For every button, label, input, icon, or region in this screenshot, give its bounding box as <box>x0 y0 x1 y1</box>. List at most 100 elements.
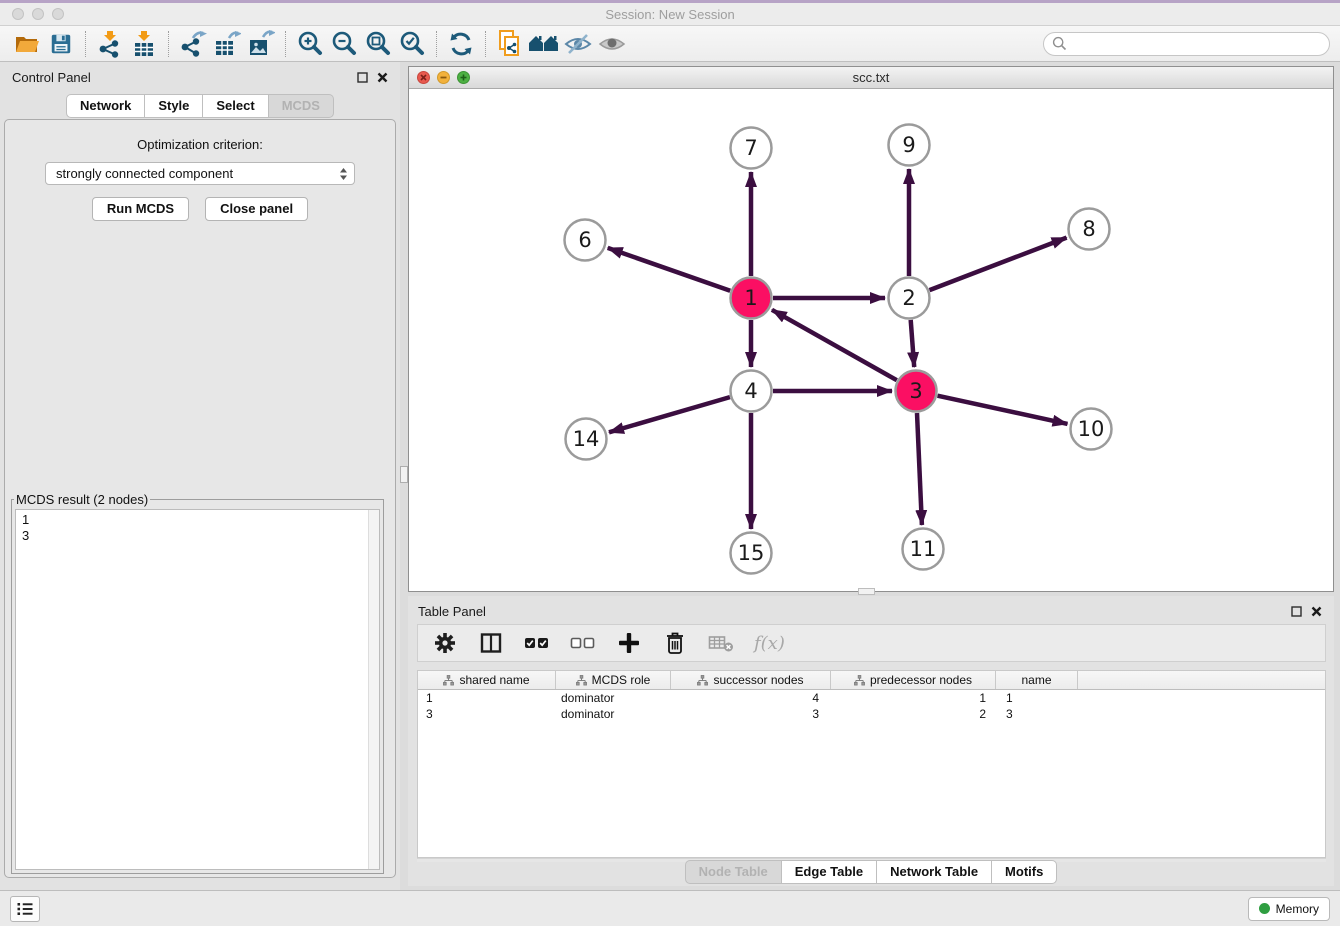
graph-edge-3-11[interactable] <box>917 413 922 525</box>
toolbar-separator <box>485 31 486 57</box>
columns-icon <box>479 631 503 655</box>
delete-column-button[interactable] <box>662 630 688 656</box>
fit-content-button[interactable] <box>361 29 395 59</box>
horizontal-splitter-handle[interactable] <box>858 588 875 595</box>
network-document-icon <box>496 29 524 59</box>
network-window-title: scc.txt <box>409 70 1333 85</box>
tab-style[interactable]: Style <box>145 94 203 118</box>
checked-boxes-icon <box>524 636 550 650</box>
zoom-selected-button[interactable] <box>395 29 429 59</box>
graph-node-label: 2 <box>902 286 915 310</box>
close-panel-icon[interactable] <box>377 72 388 83</box>
tab-network[interactable]: Network <box>66 94 145 118</box>
table-cell: 4 <box>671 690 831 706</box>
float-table-panel-icon[interactable] <box>1291 606 1302 617</box>
network-window-titlebar[interactable]: scc.txt <box>409 67 1333 89</box>
memory-button[interactable]: Memory <box>1248 897 1330 921</box>
import-network-icon <box>97 30 123 58</box>
delete-table-icon <box>708 632 734 654</box>
graph-node-label: 11 <box>910 537 937 561</box>
eye-icon <box>598 32 626 56</box>
graph-edge-1-6[interactable] <box>608 248 731 291</box>
tab-select[interactable]: Select <box>203 94 268 118</box>
memory-label: Memory <box>1276 902 1319 916</box>
graph-edge-2-8[interactable] <box>930 238 1067 291</box>
import-network-button[interactable] <box>93 29 127 59</box>
tree-icon <box>697 675 708 686</box>
table-header-row: shared nameMCDS rolesuccessor nodesprede… <box>418 671 1325 690</box>
zoom-out-button[interactable] <box>327 29 361 59</box>
graph-edge-4-14[interactable] <box>609 397 730 432</box>
task-history-button[interactable] <box>10 896 40 922</box>
table-row[interactable]: 3dominator323 <box>418 706 1325 722</box>
save-icon <box>49 32 73 56</box>
tree-icon <box>854 675 865 686</box>
network-canvas[interactable]: 1234678910111415 <box>409 89 1333 591</box>
column-header-MCDS-role[interactable]: MCDS role <box>556 671 671 689</box>
deselect-all-columns-button[interactable] <box>570 630 596 656</box>
memory-status-icon <box>1259 903 1270 914</box>
zoom-selected-icon <box>398 30 426 58</box>
export-table-icon <box>213 30 241 58</box>
search-area <box>1043 32 1330 56</box>
show-column-panel-button[interactable] <box>478 630 504 656</box>
run-mcds-button[interactable]: Run MCDS <box>92 197 189 221</box>
vertical-splitter-handle[interactable] <box>400 466 408 483</box>
column-header-shared-name[interactable]: shared name <box>418 671 556 689</box>
criterion-select[interactable]: strongly connected component <box>45 162 355 185</box>
table-cell: dominator <box>556 690 671 706</box>
export-table-button[interactable] <box>210 29 244 59</box>
delete-table-button[interactable] <box>708 630 734 656</box>
float-panel-icon[interactable] <box>357 72 368 83</box>
eye-slash-icon <box>564 32 592 56</box>
tab-edge-table[interactable]: Edge Table <box>782 860 877 884</box>
tab-mcds[interactable]: MCDS <box>269 94 334 118</box>
open-session-button[interactable] <box>10 29 44 59</box>
export-network-button[interactable] <box>176 29 210 59</box>
graph-edge-2-3[interactable] <box>911 320 915 367</box>
close-table-panel-icon[interactable] <box>1311 606 1322 617</box>
close-panel-button[interactable]: Close panel <box>205 197 308 221</box>
table-settings-button[interactable] <box>432 630 458 656</box>
import-table-icon <box>131 30 157 58</box>
table-cell: 3 <box>671 706 831 722</box>
export-image-button[interactable] <box>244 29 278 59</box>
network-graph[interactable]: 1234678910111415 <box>409 89 1333 591</box>
graph-node-label: 9 <box>902 133 915 157</box>
application-window: Session: New Session <box>0 0 1340 926</box>
graph-edge-3-1[interactable] <box>772 310 897 380</box>
mcds-result-text: 1 3 <box>16 510 367 869</box>
tree-icon <box>443 675 454 686</box>
search-input[interactable] <box>1043 32 1330 56</box>
zoom-in-button[interactable] <box>293 29 327 59</box>
select-chevrons-icon <box>339 167 348 181</box>
tab-network-table[interactable]: Network Table <box>877 860 992 884</box>
network-document-button[interactable] <box>493 29 527 59</box>
column-header-predecessor-nodes[interactable]: predecessor nodes <box>831 671 996 689</box>
graph-node-label: 10 <box>1078 417 1105 441</box>
table-row[interactable]: 1dominator411 <box>418 690 1325 706</box>
import-table-button[interactable] <box>127 29 161 59</box>
table-tabs: Node TableEdge TableNetwork TableMotifs <box>685 860 1058 884</box>
toolbar-separator <box>285 31 286 57</box>
toolbar-separator <box>85 31 86 57</box>
network-view-window: scc.txt 1234678910111415 <box>408 66 1334 592</box>
function-builder-button[interactable]: f(x) <box>754 630 785 656</box>
column-header-name[interactable]: name <box>996 671 1078 689</box>
save-session-button[interactable] <box>44 29 78 59</box>
tab-node-table[interactable]: Node Table <box>685 860 782 884</box>
optimization-criterion-label: Optimization criterion: <box>5 137 395 152</box>
refresh-button[interactable] <box>444 29 478 59</box>
create-column-button[interactable] <box>616 630 642 656</box>
table-panel-header: Table Panel <box>408 596 1334 626</box>
result-scrollbar[interactable] <box>368 510 379 869</box>
tab-motifs[interactable]: Motifs <box>992 860 1057 884</box>
refresh-icon <box>447 30 475 58</box>
column-header-successor-nodes[interactable]: successor nodes <box>671 671 831 689</box>
show-view-button[interactable] <box>595 29 629 59</box>
select-all-columns-button[interactable] <box>524 630 550 656</box>
hide-view-button[interactable] <box>561 29 595 59</box>
graph-edge-3-10[interactable] <box>938 396 1068 424</box>
houses-button[interactable] <box>527 29 561 59</box>
main-toolbar <box>0 26 1340 62</box>
